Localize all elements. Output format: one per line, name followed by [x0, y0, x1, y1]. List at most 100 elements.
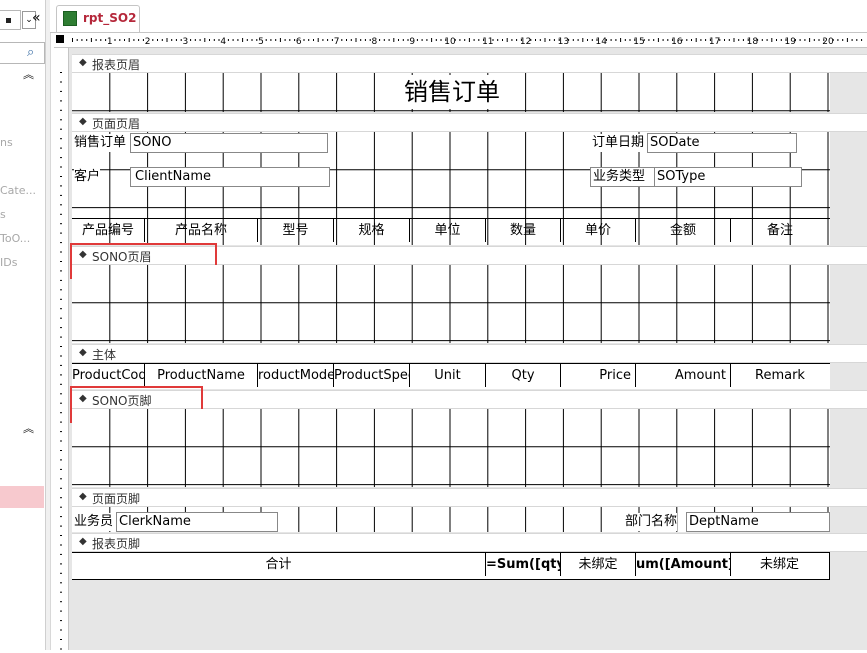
- detail-text-box[interactable]: Qty: [486, 364, 561, 387]
- ruler-tick: [138, 39, 140, 41]
- ruler-number: 18: [747, 37, 759, 47]
- ruler-tick: [60, 109, 62, 111]
- section-bar-report-header[interactable]: ◆ 报表页眉: [72, 54, 867, 73]
- ruler-tick: [60, 610, 62, 612]
- ruler-tick: [119, 39, 121, 41]
- ruler-number: 13: [558, 37, 569, 47]
- nav-item[interactable]: IDs: [0, 256, 17, 269]
- ruler-tick: [610, 39, 612, 41]
- ruler-number: 11: [482, 37, 493, 47]
- type-field[interactable]: SOType: [654, 167, 802, 187]
- nav-item[interactable]: ToO...: [0, 232, 30, 245]
- ruler-tick: [516, 39, 518, 41]
- ruler-tick: [60, 242, 62, 244]
- detail-text-box[interactable]: ProductCod: [72, 364, 145, 387]
- search-icon[interactable]: ⌕: [27, 45, 34, 60]
- ruler-tick: [60, 298, 62, 300]
- detail-text-box[interactable]: roductMode: [258, 364, 334, 387]
- column-header-label[interactable]: 产品编号: [72, 219, 145, 242]
- ruler-tick: [341, 39, 343, 41]
- band-margin: [830, 132, 867, 245]
- ruler-tick: [804, 39, 806, 41]
- sum-qty-field[interactable]: =Sum([qty]): [486, 553, 561, 576]
- dept-label[interactable]: 部门名称: [625, 513, 678, 531]
- so-label[interactable]: 销售订单: [74, 134, 127, 152]
- unbound-field[interactable]: 未绑定: [561, 553, 636, 576]
- type-label[interactable]: 业务类型: [590, 167, 656, 187]
- unbound-field[interactable]: 未绑定: [731, 553, 828, 576]
- detail-text-box[interactable]: ProductSpec: [334, 364, 410, 387]
- ruler-ticks: 1 2 3 4 5 6 7 8 9 10 11 12 13 14 15 16 17 18 19 20: [72, 37, 863, 47]
- ruler-tick: [60, 336, 62, 338]
- client-field[interactable]: ClientName: [130, 167, 330, 187]
- nav-item-selected[interactable]: [0, 486, 44, 508]
- ruler-tick: [60, 270, 62, 272]
- nav-item[interactable]: ns: [0, 136, 13, 149]
- ruler-tick: [60, 620, 62, 622]
- report-selector[interactable]: [56, 35, 64, 43]
- ruler-tick: [350, 39, 352, 41]
- collapse-pane-icon[interactable]: «: [32, 10, 41, 26]
- dept-field[interactable]: DeptName: [686, 512, 830, 532]
- section-bar-report-footer[interactable]: ◆ 报表页脚: [72, 533, 867, 552]
- ruler-tick: [289, 39, 291, 41]
- column-header-label[interactable]: 单价: [561, 219, 636, 242]
- column-header-label[interactable]: 型号: [258, 219, 334, 242]
- ruler-tick: [402, 39, 404, 41]
- ruler-tick: [190, 39, 192, 41]
- client-label[interactable]: 客户: [74, 168, 101, 186]
- section-bar-page-header[interactable]: ◆ 页面页眉: [72, 113, 867, 132]
- ruler-tick: [303, 39, 305, 41]
- ruler-tick: [587, 39, 588, 41]
- group-collapse-icon[interactable]: ︽: [23, 66, 34, 82]
- column-header-label[interactable]: 数量: [486, 219, 561, 242]
- column-header-label[interactable]: 单位: [410, 219, 486, 242]
- nav-item[interactable]: Cate...: [0, 184, 36, 197]
- ruler-tick: [60, 431, 62, 433]
- section-arrow-icon: ◆: [79, 347, 87, 358]
- ruler-tick: [454, 39, 456, 41]
- total-label[interactable]: 合计: [72, 553, 486, 576]
- date-label[interactable]: 订单日期: [592, 134, 645, 152]
- nav-scrollbar[interactable]: [46, 0, 51, 650]
- ruler-tick: [856, 39, 858, 41]
- clerk-field[interactable]: ClerkName: [116, 512, 278, 532]
- detail-text-box[interactable]: Remark: [731, 364, 829, 387]
- group-collapse-icon[interactable]: ︽: [23, 420, 34, 436]
- ruler-tick: [60, 355, 62, 357]
- ruler-number: 15: [633, 37, 644, 47]
- ruler-tick: [364, 39, 366, 41]
- ruler-tick: [60, 279, 62, 281]
- date-field[interactable]: SODate: [647, 133, 797, 153]
- nav-item[interactable]: s: [0, 208, 6, 221]
- clerk-label[interactable]: 业务员: [74, 513, 114, 531]
- nav-search-input[interactable]: ⌕: [0, 42, 45, 64]
- column-header-label[interactable]: 规格: [334, 219, 410, 242]
- section-title: 页面页眉: [92, 117, 141, 131]
- ruler-tick: [705, 39, 707, 41]
- section-bar-page-footer[interactable]: ◆ 页面页脚: [72, 488, 867, 507]
- sum-amount-field[interactable]: um([Amount]): [636, 553, 731, 576]
- detail-text-box[interactable]: ProductName: [145, 364, 258, 387]
- ruler-tick: [308, 39, 310, 41]
- report-title[interactable]: 销售订单: [402, 75, 502, 109]
- column-header-label[interactable]: 产品名称: [145, 219, 258, 242]
- ruler-tick: [60, 402, 62, 404]
- ruler-tick: [60, 412, 62, 414]
- detail-text-box[interactable]: Price: [561, 364, 636, 387]
- detail-text-box[interactable]: Unit: [410, 364, 486, 387]
- ruler-tick: [171, 39, 173, 41]
- section-bar-detail[interactable]: ◆ 主体: [72, 344, 867, 363]
- ruler-tick: [799, 39, 801, 41]
- ruler-tick: [719, 39, 721, 41]
- ruler-tick: [530, 39, 532, 41]
- detail-text-box[interactable]: Amount: [636, 364, 731, 387]
- column-header-label[interactable]: 备注: [731, 219, 829, 242]
- ruler-tick: [60, 374, 62, 376]
- ruler-tick: [237, 39, 239, 41]
- ruler-tick: [398, 39, 399, 41]
- column-header-label[interactable]: 金额: [636, 219, 731, 242]
- ruler-tick: [766, 39, 768, 41]
- tab-rpt-so2[interactable]: rpt_SO2: [56, 5, 140, 32]
- so-field[interactable]: SONO: [130, 133, 328, 153]
